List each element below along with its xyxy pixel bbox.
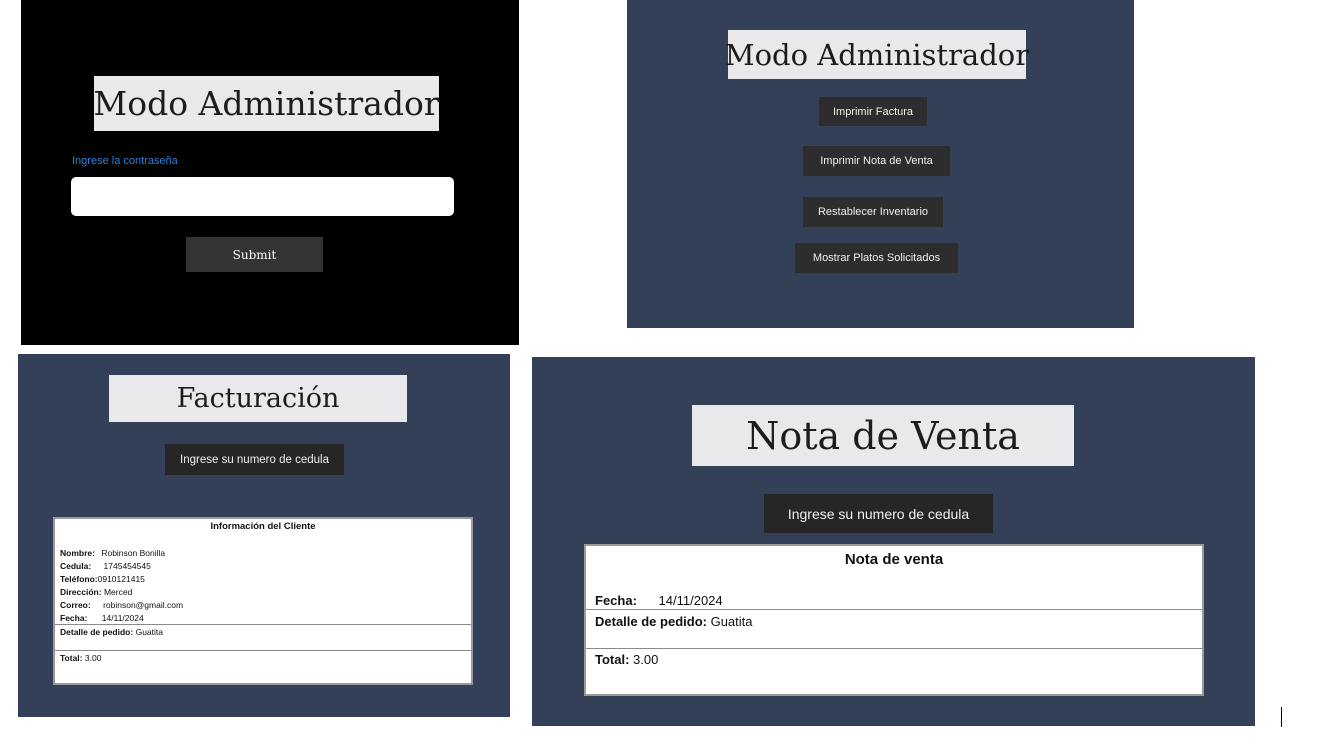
nota-venta-title: Nota de Venta — [692, 405, 1074, 466]
password-input[interactable] — [71, 177, 454, 216]
imprimir-factura-button[interactable]: Imprimir Factura — [819, 97, 927, 126]
field-cedula: Cedula: 1745454545 — [60, 560, 151, 573]
imprimir-nota-venta-button[interactable]: Imprimir Nota de Venta — [803, 146, 950, 176]
detalle-label: Detalle de pedido: — [60, 627, 134, 637]
field-label: Teléfono: — [60, 574, 98, 584]
login-title: Modo Administrador — [93, 76, 440, 131]
field-label: Cedula: — [60, 561, 92, 571]
total-value: 3.00 — [633, 652, 659, 667]
field-value: 1745454545 — [103, 561, 151, 571]
divider — [55, 650, 471, 651]
login-panel: Modo Administrador Ingrese la contraseña… — [21, 0, 519, 345]
field-telefono: Teléfono:0910121415 — [60, 573, 145, 586]
detalle-label: Detalle de pedido: — [595, 614, 707, 629]
cedula-button[interactable]: Ingrese su numero de cedula — [165, 444, 344, 475]
total-value: 3.00 — [84, 653, 102, 663]
field-direccion: Dirección: Merced — [60, 586, 132, 599]
field-label: Fecha: — [60, 613, 88, 623]
cliente-card: Información del Cliente Nombre: Robinson… — [53, 517, 473, 685]
fecha-label: Fecha: — [595, 593, 637, 608]
field-label: Nombre: — [60, 548, 95, 558]
field-value: 0910121415 — [97, 574, 145, 584]
total-label: Total: — [60, 653, 83, 663]
cliente-card-heading: Información del Cliente — [210, 521, 316, 532]
nota-venta-panel: Nota de Venta Ingrese su numero de cedul… — [532, 357, 1255, 726]
detalle-row: Detalle de pedido: Guatita — [60, 626, 163, 639]
password-label: Ingrese la contraseña — [72, 155, 178, 167]
divider — [586, 609, 1202, 610]
nota-venta-card: Nota de venta Fecha: 14/11/2024 Detalle … — [584, 544, 1204, 696]
field-nombre: Nombre: Robinson Bonilla — [60, 547, 165, 560]
facturacion-panel: Facturación Ingrese su numero de cedula … — [18, 354, 510, 717]
divider — [586, 648, 1202, 649]
admin-menu-panel: Modo Administrador Imprimir Factura Impr… — [627, 0, 1134, 328]
fecha-row: Fecha: 14/11/2024 — [595, 593, 723, 608]
field-label: Dirección: — [60, 587, 102, 597]
mostrar-platos-button[interactable]: Mostrar Platos Solicitados — [795, 243, 958, 273]
total-row: Total: 3.00 — [595, 652, 658, 667]
total-label: Total: — [595, 652, 630, 667]
field-value: 14/11/2024 — [101, 613, 144, 623]
field-value: robinson@gmail.com — [103, 600, 184, 610]
restablecer-inventario-button[interactable]: Restablecer Inventario — [803, 197, 943, 227]
text-cursor — [1281, 707, 1282, 727]
fecha-value: 14/11/2024 — [658, 593, 723, 608]
detalle-row: Detalle de pedido: Guatita — [595, 614, 753, 629]
admin-menu-title: Modo Administrador — [725, 30, 1029, 79]
divider — [55, 624, 471, 625]
submit-button[interactable]: Submit — [186, 237, 323, 272]
detalle-value: Guatita — [710, 614, 753, 629]
field-value: Robinson Bonilla — [101, 548, 166, 558]
total-row: Total: 3.00 — [60, 652, 101, 665]
facturacion-title: Facturación — [109, 375, 407, 422]
nota-venta-card-heading: Nota de venta — [844, 551, 944, 568]
detalle-value: Guatita — [135, 627, 163, 637]
field-correo: Correo: robinson@gmail.com — [60, 599, 183, 612]
field-label: Correo: — [60, 600, 91, 610]
cedula-button[interactable]: Ingrese su numero de cedula — [764, 494, 993, 533]
field-value: Merced — [103, 587, 133, 597]
